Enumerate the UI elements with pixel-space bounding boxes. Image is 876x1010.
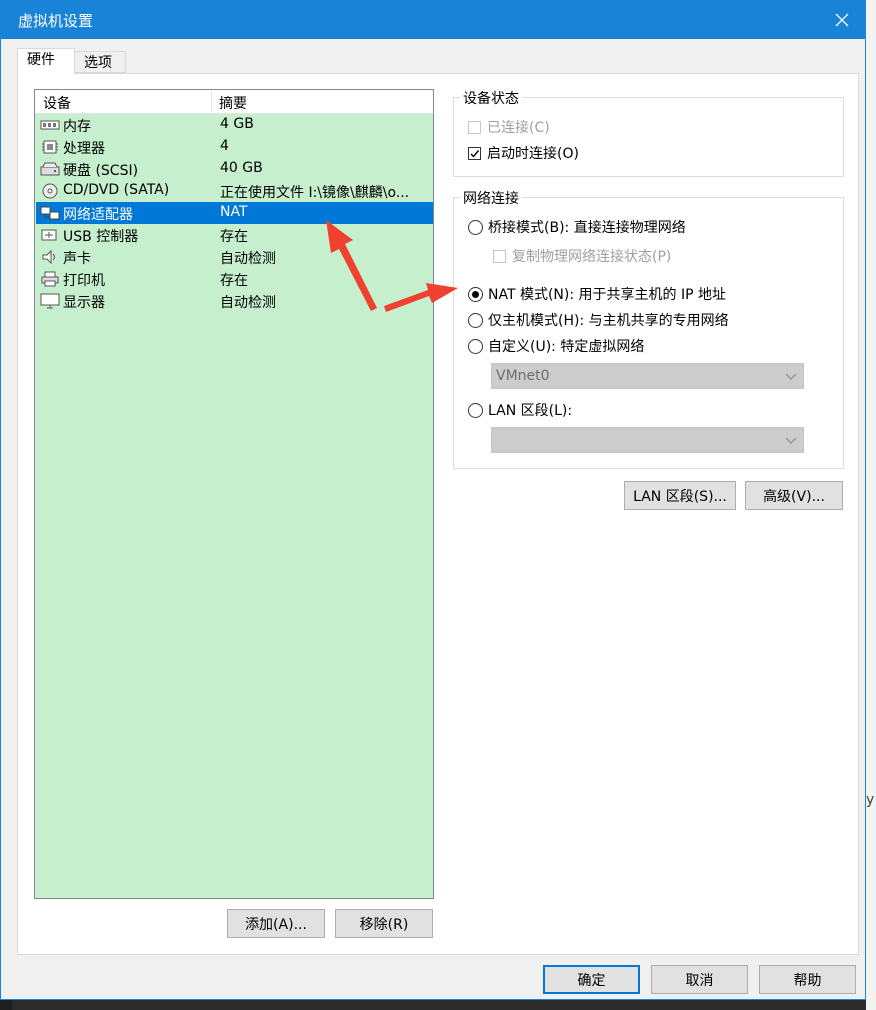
connected-label: 已连接(C) (487, 120, 550, 136)
custom-network-value: VMnet0 (496, 368, 550, 384)
device-summary: NAT (220, 204, 248, 220)
processor-icon (40, 139, 60, 155)
tab-options[interactable]: 选项 (75, 51, 126, 73)
close-button[interactable] (819, 1, 865, 39)
cd-dvd-icon (40, 183, 60, 199)
replicate-state-checkbox[interactable]: 复制物理网络连接状态(P) (493, 246, 671, 266)
connect-at-power-on-checkbox[interactable]: 启动时连接(O) (468, 143, 579, 163)
cancel-button[interactable]: 取消 (651, 965, 748, 994)
lan-segment-radio-dot[interactable] (468, 402, 483, 418)
connect-at-power-on-label: 启动时连接(O) (487, 146, 579, 162)
chevron-down-icon (785, 373, 797, 380)
network-connection-title: 网络连接 (460, 188, 522, 208)
column-header-device[interactable]: 设备 (43, 93, 71, 113)
custom-network-radio[interactable]: 自定义(U): 特定虚拟网络 (468, 336, 644, 356)
device-name: USB 控制器 (63, 229, 139, 245)
custom-network-select[interactable]: VMnet0 (491, 363, 804, 389)
device-status-title: 设备状态 (460, 88, 522, 108)
remove-device-button[interactable]: 移除(R) (335, 909, 433, 938)
background-right-glyph: y (866, 792, 875, 808)
device-summary: 存在 (220, 273, 248, 289)
display-icon (40, 293, 60, 309)
device-name: 打印机 (63, 273, 105, 289)
device-summary: 自动检测 (220, 295, 276, 311)
device-row[interactable]: 硬盘 (SCSI) 40 GB (36, 158, 433, 180)
connected-checkbox-box[interactable] (468, 120, 481, 134)
device-list[interactable]: 设备 摘要 内存 4 GB 处理器 4 硬盘 (SCSI) 40 GB CD/DVD (SA… (34, 89, 434, 899)
vm-settings-window: 虚拟机设置 硬件 选项 设备 摘要 内存 4 GB 处理器 4 硬盘 (SCSI) 40 … (0, 0, 866, 1000)
custom-network-label: 自定义(U): 特定虚拟网络 (488, 339, 645, 355)
window-title: 虚拟机设置 (18, 12, 94, 30)
device-name: 硬盘 (SCSI) (63, 163, 139, 179)
sound-card-icon (40, 249, 60, 265)
device-summary: 4 (220, 138, 229, 154)
bridged-mode-radio[interactable]: 桥接模式(B): 直接连接物理网络 (468, 217, 686, 237)
memory-icon (40, 117, 60, 133)
device-name: 显示器 (63, 295, 105, 311)
hard-disk-icon (40, 161, 60, 177)
nat-mode-radio[interactable]: NAT 模式(N): 用于共享主机的 IP 地址 (468, 284, 726, 304)
device-row[interactable]: 处理器 4 (36, 136, 433, 158)
usb-controller-icon (40, 227, 60, 243)
help-button[interactable]: 帮助 (759, 965, 856, 994)
device-row[interactable]: 内存 4 GB (36, 114, 433, 136)
replicate-state-box[interactable] (493, 249, 506, 263)
device-summary: 存在 (220, 229, 248, 245)
host-only-label: 仅主机模式(H): 与主机共享的专用网络 (488, 313, 729, 329)
device-name: 处理器 (63, 141, 105, 157)
device-row[interactable]: USB 控制器 存在 (36, 224, 433, 246)
device-row[interactable]: 网络适配器 NAT (36, 202, 433, 224)
nat-mode-label: NAT 模式(N): 用于共享主机的 IP 地址 (488, 287, 726, 303)
device-summary: 自动检测 (220, 251, 276, 267)
nat-radio-dot[interactable] (468, 286, 483, 302)
bridged-mode-label: 桥接模式(B): 直接连接物理网络 (488, 220, 686, 236)
device-name: CD/DVD (SATA) (63, 182, 170, 198)
device-name: 网络适配器 (63, 207, 133, 223)
host-only-radio[interactable]: 仅主机模式(H): 与主机共享的专用网络 (468, 310, 729, 330)
close-icon (835, 13, 849, 27)
column-header-summary[interactable]: 摘要 (219, 93, 247, 113)
chevron-down-icon (785, 437, 797, 444)
device-status-group: 设备状态 (453, 88, 844, 177)
ok-button[interactable]: 确定 (543, 965, 640, 994)
device-row[interactable]: 声卡 自动检测 (36, 246, 433, 268)
device-summary: 4 GB (220, 116, 254, 132)
background-right-strip: y (866, 0, 876, 1010)
device-row[interactable]: 显示器 自动检测 (36, 290, 433, 312)
host-only-radio-dot[interactable] (468, 312, 483, 328)
column-separator[interactable] (211, 90, 212, 113)
lan-segment-select[interactable] (491, 427, 804, 453)
checkmark-icon (470, 149, 480, 158)
device-list-header: 设备 摘要 (35, 90, 433, 114)
add-device-button[interactable]: 添加(A)... (227, 909, 325, 938)
device-name: 声卡 (63, 251, 91, 267)
custom-radio-dot[interactable] (468, 338, 483, 354)
device-summary: 40 GB (220, 160, 263, 176)
device-summary: 正在使用文件 I:\镜像\麒麟\o... (220, 185, 410, 201)
network-adapter-icon (40, 205, 60, 221)
replicate-state-label: 复制物理网络连接状态(P) (512, 249, 672, 265)
bridged-radio-dot[interactable] (468, 219, 483, 235)
device-name: 内存 (63, 119, 91, 135)
lan-segment-label: LAN 区段(L): (488, 403, 573, 419)
lan-segments-button[interactable]: LAN 区段(S)... (624, 481, 736, 510)
tab-hardware[interactable]: 硬件 (17, 48, 75, 74)
device-row[interactable]: 打印机 存在 (36, 268, 433, 290)
connected-checkbox[interactable]: 已连接(C) (468, 117, 550, 137)
lan-segment-radio[interactable]: LAN 区段(L): (468, 400, 572, 420)
device-row[interactable]: CD/DVD (SATA) 正在使用文件 I:\镜像\麒麟\o... (36, 180, 433, 202)
advanced-button[interactable]: 高级(V)... (745, 481, 843, 510)
connect-at-power-on-box[interactable] (468, 146, 481, 160)
printer-icon (40, 271, 60, 287)
title-bar[interactable]: 虚拟机设置 (1, 1, 865, 39)
